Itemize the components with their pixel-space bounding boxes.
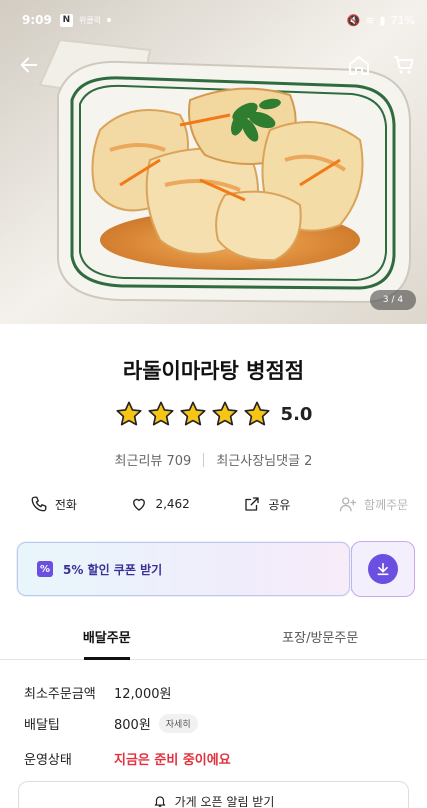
star-icon	[116, 401, 142, 426]
phone-icon	[31, 496, 47, 512]
review-summary: 최근리뷰 709 최근사장님댓글 2	[0, 450, 427, 469]
mute-icon: 🔇	[346, 13, 361, 27]
share-icon	[245, 497, 260, 511]
favorite-button[interactable]: 2,462	[107, 495, 214, 513]
coupon-text: 5% 할인 쿠폰 받기	[63, 562, 163, 577]
min-order-row: 최소주문금액 12,000원	[24, 683, 171, 702]
store-photo[interactable]: 9:09 N 위클릭 🔇 ≋ ▮ 71% 3 / 4	[0, 0, 427, 324]
status-value: 지금은 준비 중이에요	[114, 753, 231, 768]
share-label: 공유	[268, 497, 291, 512]
home-icon	[349, 56, 369, 75]
owner-comments-link[interactable]: 최근사장님댓글 2	[216, 450, 312, 469]
store-actions: 전화 2,462 공유 함께주문	[0, 486, 427, 522]
tab-delivery[interactable]: 배달주문	[0, 614, 214, 659]
coupon-button[interactable]: % 5% 할인 쿠폰 받기	[16, 541, 351, 597]
bell-icon	[154, 796, 165, 807]
delivery-tip-label: 배달팁	[24, 718, 60, 733]
image-counter: 3 / 4	[370, 290, 416, 310]
call-label: 전화	[54, 497, 77, 512]
naver-notification-icon: N	[59, 13, 73, 27]
notification-label: 위클릭	[78, 15, 101, 25]
star-icon	[148, 401, 174, 426]
add-person-icon	[339, 497, 357, 512]
recent-reviews-link[interactable]: 최근리뷰 709	[115, 450, 192, 469]
delivery-tip-value: 800원	[114, 718, 151, 733]
cart-icon	[394, 56, 414, 74]
top-navigation	[0, 44, 427, 84]
share-button[interactable]: 공유	[214, 495, 321, 513]
store-name: 라돌이마라탕 병점점	[122, 359, 305, 383]
rating-row[interactable]: 5.0	[0, 400, 427, 428]
wifi-icon: ≋	[365, 13, 375, 27]
open-alarm-label: 가게 오픈 알림 받기	[174, 794, 275, 808]
call-button[interactable]: 전화	[0, 495, 107, 513]
coupon-banner: % 5% 할인 쿠폰 받기	[16, 541, 415, 597]
status-time: 9:09	[22, 13, 52, 27]
status-row: 운영상태 지금은 준비 중이에요	[24, 749, 231, 768]
min-order-value: 12,000원	[114, 687, 172, 702]
divider	[203, 452, 205, 467]
coupon-divider	[351, 547, 352, 591]
arrow-left-icon	[20, 57, 38, 73]
cart-button[interactable]	[389, 50, 419, 80]
more-notifications-dot-icon	[106, 18, 111, 22]
battery-level: 71%	[390, 13, 415, 27]
percent-icon: %	[37, 561, 53, 577]
coupon-download-button[interactable]	[351, 541, 415, 597]
signal-icon: ▮	[379, 13, 386, 27]
status-label: 운영상태	[24, 753, 72, 768]
heart-icon	[133, 498, 146, 511]
download-icon	[368, 554, 398, 584]
group-order-label: 함께주문	[364, 497, 409, 512]
star-icon	[244, 401, 270, 426]
back-button[interactable]	[14, 50, 44, 80]
tab-pickup[interactable]: 포장/방문주문	[214, 614, 427, 659]
open-alarm-button[interactable]: 가게 오픈 알림 받기	[18, 781, 409, 808]
star-icon	[212, 401, 238, 426]
delivery-tip-detail-button[interactable]: 자세히	[158, 714, 198, 733]
delivery-tip-row: 배달팁 800원 자세히	[24, 714, 198, 733]
order-info: 최소주문금액 12,000원 배달팁 800원 자세히 운영상태 지금은 준비 …	[0, 661, 427, 808]
home-button[interactable]	[344, 50, 374, 80]
rating-value: 5.0	[280, 403, 313, 425]
favorite-count: 2,462	[155, 497, 190, 511]
group-order-button[interactable]: 함께주문	[320, 495, 427, 513]
status-bar: 9:09 N 위클릭 🔇 ≋ ▮ 71%	[0, 0, 427, 40]
order-type-tabs: 배달주문 포장/방문주문	[0, 614, 427, 660]
star-icon	[180, 401, 206, 426]
min-order-label: 최소주문금액	[24, 687, 96, 702]
